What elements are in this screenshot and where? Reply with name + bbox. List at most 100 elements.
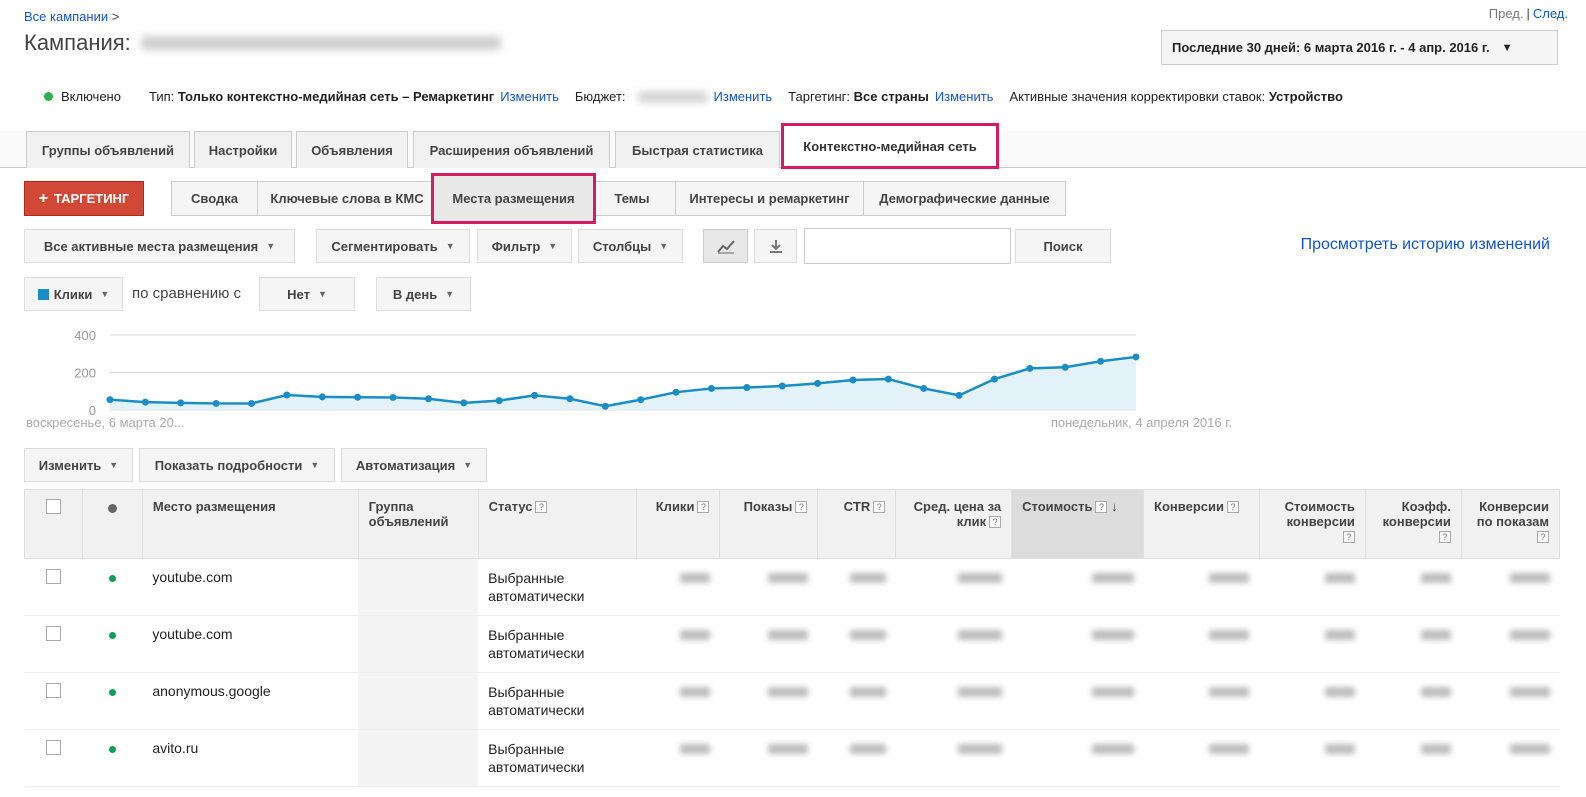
- segment-dropdown[interactable]: Сегментировать ▼: [316, 229, 470, 263]
- header-cost[interactable]: Стоимость? ↓: [1011, 489, 1145, 559]
- data-point[interactable]: [424, 395, 432, 403]
- subtab-topics[interactable]: Темы: [588, 181, 676, 216]
- all-campaigns-link[interactable]: Все кампании: [24, 9, 108, 24]
- data-point[interactable]: [212, 399, 220, 407]
- columns-dropdown[interactable]: Столбцы ▼: [578, 229, 683, 263]
- data-point[interactable]: [814, 379, 822, 387]
- show-details-dropdown[interactable]: Показать подробности ▼: [139, 448, 335, 482]
- row-checkbox[interactable]: [45, 569, 61, 584]
- placement-name[interactable]: avito.ru: [152, 740, 198, 756]
- subtab-display-keywords[interactable]: Ключевые слова в КМС: [257, 181, 437, 216]
- compare-dropdown[interactable]: Нет ▼: [259, 277, 355, 311]
- row-checkbox[interactable]: [45, 740, 61, 755]
- tab-settings[interactable]: Настройки: [194, 131, 292, 168]
- header-placement[interactable]: Место размещения: [141, 489, 359, 559]
- subtab-interests-remarketing[interactable]: Интересы и ремаркетинг: [675, 181, 864, 216]
- data-point[interactable]: [778, 382, 786, 390]
- tab-quick-stats[interactable]: Быстрая статистика: [615, 131, 780, 168]
- subtab-summary[interactable]: Сводка: [171, 181, 258, 216]
- table-row[interactable]: youtube.com Выбранные автоматически: [24, 615, 1560, 673]
- header-ad-group[interactable]: Группа объявлений: [357, 489, 479, 559]
- data-point[interactable]: [920, 384, 928, 392]
- table-row[interactable]: avito.ru Выбранные автоматически: [24, 729, 1560, 787]
- tab-ads[interactable]: Объявления: [296, 131, 408, 168]
- header-conversions[interactable]: Конверсии?: [1143, 489, 1260, 559]
- help-icon[interactable]: ?: [873, 501, 886, 513]
- data-point[interactable]: [566, 395, 574, 403]
- data-point[interactable]: [849, 376, 857, 384]
- data-point[interactable]: [248, 399, 256, 407]
- placement-filter-dropdown[interactable]: Все активные места размещения ▼: [24, 229, 295, 263]
- data-point[interactable]: [601, 402, 609, 410]
- data-point[interactable]: [707, 384, 715, 392]
- row-checkbox[interactable]: [45, 683, 61, 698]
- data-point[interactable]: [177, 399, 185, 407]
- header-avg-cpc[interactable]: Сред. цена за клик?: [895, 489, 1013, 559]
- select-all-checkbox[interactable]: [45, 499, 61, 514]
- placement-name[interactable]: anonymous.google: [152, 683, 270, 699]
- subtab-demographics[interactable]: Демографические данные: [863, 181, 1066, 216]
- data-point[interactable]: [283, 391, 291, 399]
- next-link[interactable]: След.: [1533, 6, 1568, 21]
- help-icon[interactable]: ?: [535, 501, 548, 513]
- help-icon[interactable]: ?: [989, 516, 1002, 528]
- data-point[interactable]: [1026, 364, 1034, 372]
- table-row[interactable]: anonymous.google Выбранные автоматически: [24, 672, 1560, 730]
- help-icon[interactable]: ?: [1342, 531, 1355, 543]
- row-checkbox[interactable]: [45, 626, 61, 641]
- data-point[interactable]: [743, 384, 751, 391]
- header-ctr[interactable]: CTR?: [817, 489, 897, 559]
- help-icon[interactable]: ?: [1438, 531, 1451, 543]
- data-point[interactable]: [990, 375, 998, 383]
- table-row[interactable]: youtube.com Выбранные автоматически: [24, 558, 1560, 616]
- change-history-link[interactable]: Просмотреть историю изменений: [1301, 236, 1550, 254]
- edit-dropdown[interactable]: Изменить ▼: [24, 448, 133, 482]
- data-point[interactable]: [1061, 363, 1069, 371]
- automation-dropdown[interactable]: Автоматизация ▼: [341, 448, 487, 482]
- metric-dropdown[interactable]: Клики ▼: [24, 277, 123, 311]
- prev-label[interactable]: Пред.: [1489, 6, 1524, 21]
- data-point[interactable]: [495, 397, 503, 405]
- placement-name[interactable]: youtube.com: [152, 569, 232, 585]
- subtab-placements[interactable]: Места размещения: [431, 173, 596, 224]
- placement-name[interactable]: youtube.com: [152, 626, 232, 642]
- data-point[interactable]: [389, 393, 397, 401]
- help-icon[interactable]: ?: [1095, 501, 1108, 513]
- tab-ad-groups[interactable]: Группы объявлений: [26, 131, 190, 168]
- download-button[interactable]: [754, 229, 797, 263]
- change-budget-link[interactable]: Изменить: [714, 89, 773, 104]
- header-cost-per-conv[interactable]: Стоимость конверсии?: [1258, 489, 1366, 559]
- data-point[interactable]: [460, 399, 468, 407]
- data-point[interactable]: [1097, 357, 1105, 365]
- help-icon[interactable]: ?: [1226, 501, 1239, 513]
- tab-display-network[interactable]: Контекстно-медийная сеть: [781, 123, 999, 169]
- period-dropdown[interactable]: В день ▼: [376, 277, 471, 311]
- data-point[interactable]: [354, 393, 362, 401]
- search-input[interactable]: [804, 228, 1011, 264]
- data-point[interactable]: [672, 388, 680, 396]
- change-type-link[interactable]: Изменить: [500, 89, 559, 104]
- help-icon[interactable]: ?: [697, 501, 710, 513]
- help-icon[interactable]: ?: [795, 501, 808, 513]
- add-targeting-button[interactable]: + ТАРГЕТИНГ: [24, 181, 144, 216]
- change-targeting-link[interactable]: Изменить: [935, 89, 994, 104]
- data-point[interactable]: [955, 391, 963, 399]
- data-point[interactable]: [1132, 353, 1140, 361]
- data-point[interactable]: [531, 391, 539, 399]
- header-clicks[interactable]: Клики?: [635, 489, 721, 559]
- date-range-selector[interactable]: Последние 30 дней: 6 марта 2016 г. - 4 а…: [1161, 30, 1558, 65]
- help-icon[interactable]: ?: [1537, 531, 1549, 543]
- data-point[interactable]: [141, 398, 149, 406]
- data-point[interactable]: [884, 375, 892, 383]
- tab-ad-extensions[interactable]: Расширения объявлений: [413, 131, 610, 168]
- header-conv-rate[interactable]: Коэфф. конверсии?: [1364, 489, 1462, 559]
- data-point[interactable]: [637, 396, 645, 404]
- header-status[interactable]: Статус?: [477, 489, 637, 559]
- header-impressions[interactable]: Показы?: [719, 489, 819, 559]
- data-point[interactable]: [106, 396, 114, 404]
- search-button[interactable]: Поиск: [1015, 229, 1111, 263]
- filter-dropdown[interactable]: Фильтр ▼: [477, 229, 572, 263]
- toggle-chart-button[interactable]: [703, 229, 748, 263]
- data-point[interactable]: [318, 393, 326, 401]
- header-view-conv[interactable]: Конверсии по показам?: [1460, 489, 1561, 559]
